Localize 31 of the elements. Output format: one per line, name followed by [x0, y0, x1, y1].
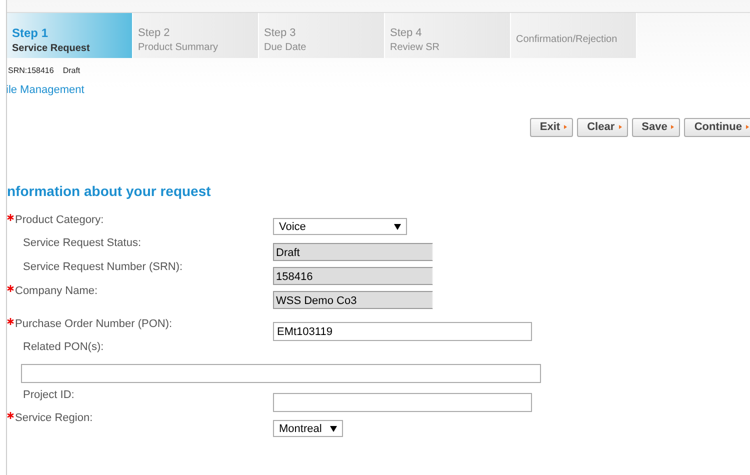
field-label: Product Category: — [15, 214, 104, 226]
field-label: Service Region: — [15, 412, 93, 424]
caret-icon — [330, 426, 337, 432]
input-field[interactable]: EMt103119 — [273, 322, 532, 341]
dropdown[interactable]: Voice — [273, 218, 407, 235]
action-button[interactable]: Exit — [530, 118, 574, 137]
section-title: nformation about your request — [7, 183, 212, 199]
field-label: Purchase Order Number (PON): — [15, 318, 172, 330]
arrow-icon — [671, 125, 674, 129]
action-button[interactable]: Save — [632, 118, 680, 137]
arrow-icon — [746, 125, 749, 129]
dropdown[interactable]: Montreal — [273, 420, 343, 437]
action-button[interactable]: Continue — [684, 118, 750, 137]
readonly-field: Draft — [273, 243, 433, 261]
readonly-field: WSS Demo Co3 — [273, 291, 433, 309]
field-label: Service Request Status: — [22, 237, 142, 249]
field-label: Company Name: — [15, 285, 98, 297]
file-management-link[interactable]: ile Management — [7, 84, 84, 96]
action-button[interactable]: Clear — [577, 118, 628, 137]
field-label: Service Request Number (SRN): — [22, 261, 183, 273]
field-label: Project ID: — [22, 389, 74, 401]
input-field[interactable] — [273, 393, 532, 412]
srn-text: SRN:158416 — [8, 66, 54, 75]
readonly-field: 158416 — [273, 267, 433, 285]
wizard-step[interactable]: Step 1 Service Request — [7, 13, 133, 58]
arrow-icon — [618, 125, 622, 129]
input-field[interactable] — [21, 364, 541, 383]
arrow-icon — [564, 125, 568, 129]
field-label: Related PON(s): — [22, 341, 104, 353]
status-text: Draft — [62, 66, 80, 75]
caret-icon — [394, 224, 401, 230]
